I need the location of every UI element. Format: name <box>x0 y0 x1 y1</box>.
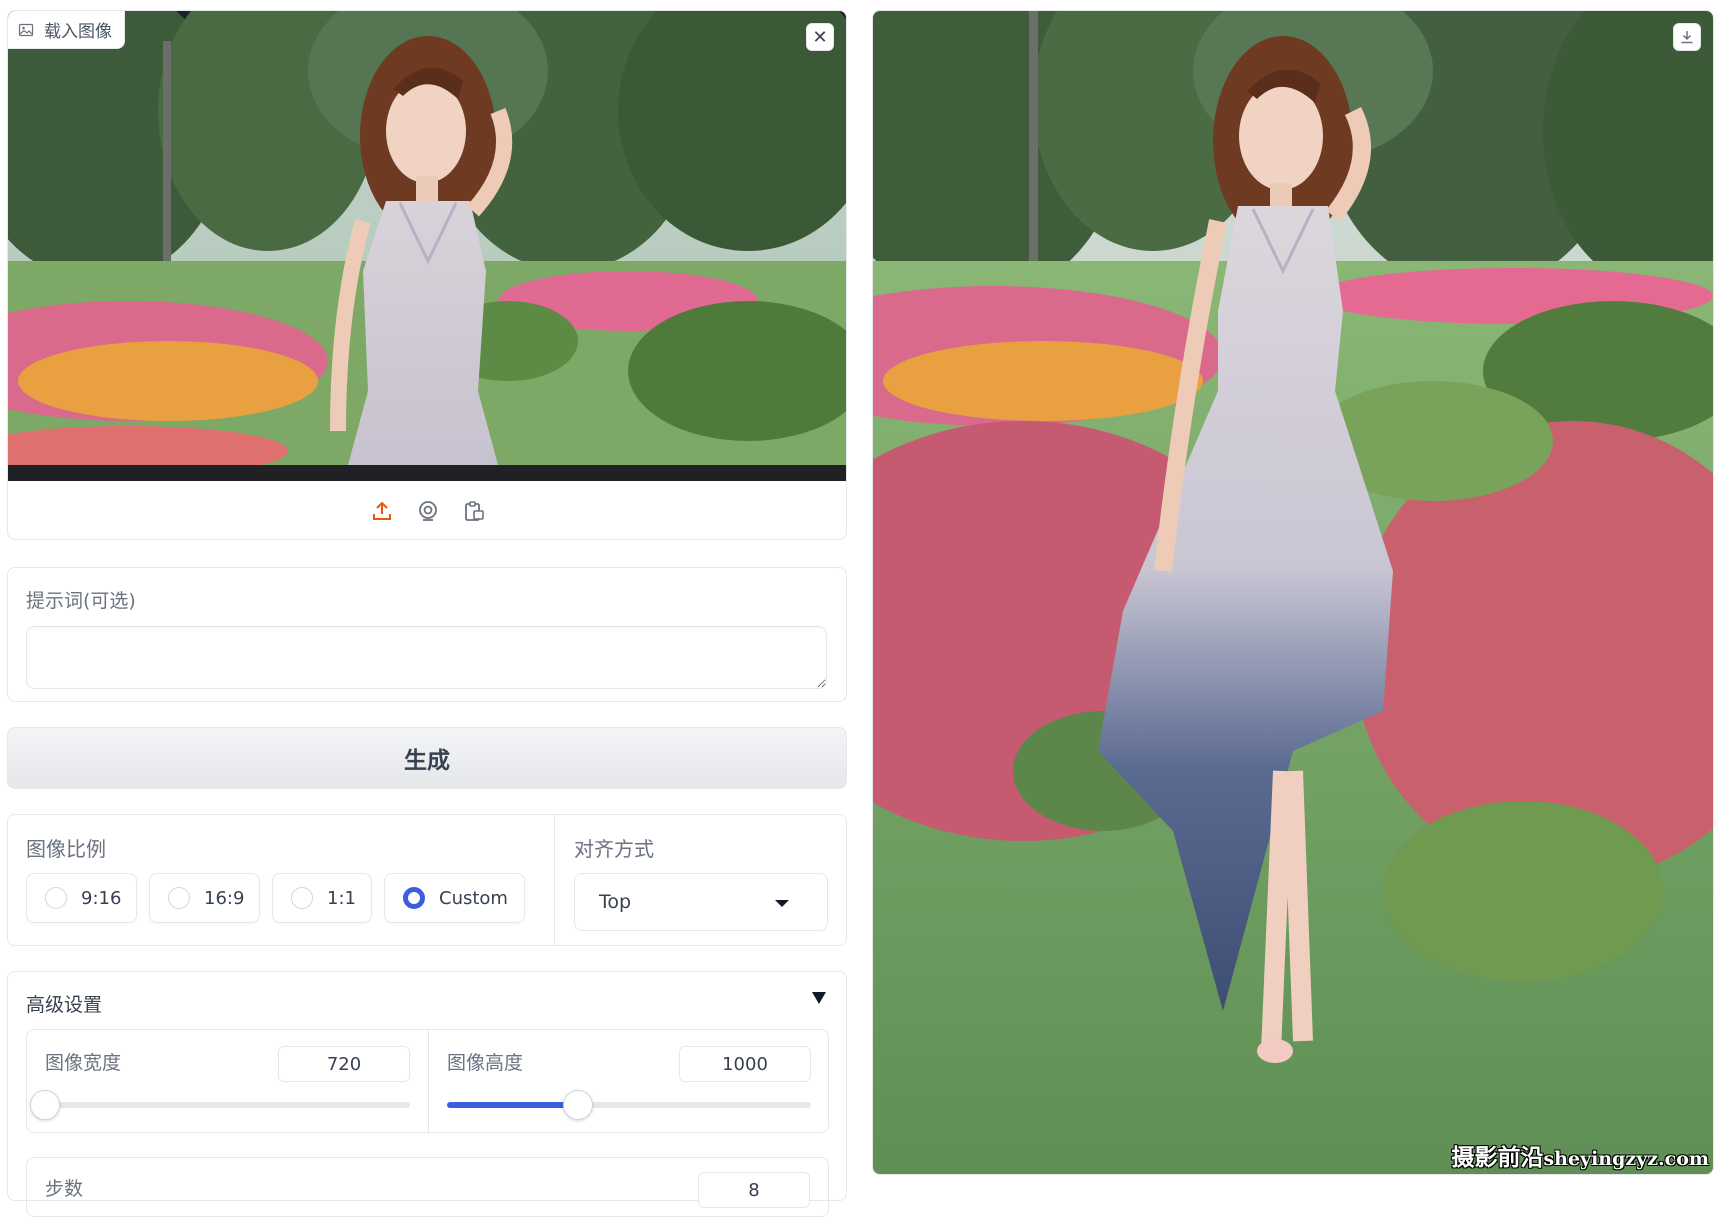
download-button[interactable] <box>1673 23 1701 51</box>
watermark-domain: sheyingzyz.com <box>1543 1148 1709 1170</box>
dimension-sliders: 图像宽度 720 图像高度 1000 <box>26 1029 829 1133</box>
prompt-label: 提示词(可选) <box>26 590 136 612</box>
watermark: 摄影前沿sheyingzyz.com <box>1451 1138 1709 1172</box>
radio-circle <box>45 887 67 909</box>
clipboard-icon <box>465 501 484 521</box>
clear-image-button[interactable]: ✕ <box>806 23 834 51</box>
clipboard-source-button[interactable] <box>461 498 487 524</box>
width-label: 图像宽度 <box>45 1052 122 1074</box>
input-image-label-text: 载入图像 <box>44 22 112 42</box>
aspect-ratio-group: 图像比例 9:16 16:9 1:1 Custom <box>8 815 555 945</box>
close-icon: ✕ <box>812 26 828 48</box>
input-photo-scene <box>8 11 846 481</box>
output-photo-scene <box>873 11 1713 1174</box>
input-image-label: 载入图像 <box>8 11 125 49</box>
webcam-icon <box>419 501 437 521</box>
input-image-panel[interactable]: 载入图像 ✕ <box>7 10 847 540</box>
height-number-input[interactable]: 1000 <box>679 1046 811 1082</box>
height-label: 图像高度 <box>447 1052 524 1074</box>
download-icon <box>1681 31 1693 44</box>
alignment-selected: Top <box>599 891 632 913</box>
alignment-group: 对齐方式 Top <box>556 815 846 945</box>
ratio-option-9-16[interactable]: 9:16 <box>26 873 137 923</box>
radio-circle <box>291 887 313 909</box>
alignment-dropdown[interactable]: Top <box>574 873 828 931</box>
image-source-bar <box>8 481 846 539</box>
width-slider-track[interactable] <box>30 1090 410 1120</box>
aspect-ratio-label: 图像比例 <box>26 837 106 861</box>
radio-circle <box>168 887 190 909</box>
ratio-option-label: Custom <box>439 887 508 909</box>
radio-circle-selected <box>403 887 425 909</box>
upload-icon <box>373 501 391 520</box>
height-slider-track[interactable] <box>447 1090 811 1120</box>
ratio-option-custom[interactable]: Custom <box>384 873 525 923</box>
image-icon <box>18 23 34 36</box>
input-photo[interactable] <box>8 11 846 481</box>
width-slider-thumb[interactable] <box>30 1090 60 1120</box>
ratio-alignment-panel: 图像比例 9:16 16:9 1:1 Custom 对齐方式 Top <box>7 814 847 946</box>
webcam-source-button[interactable] <box>415 498 441 524</box>
prompt-panel: 提示词(可选) <box>7 567 847 702</box>
ratio-option-label: 16:9 <box>204 887 245 909</box>
height-slider-fill <box>447 1102 579 1108</box>
height-slider-thumb[interactable] <box>563 1090 594 1120</box>
steps-slider-row: 步数 8 <box>26 1157 829 1217</box>
ratio-option-1-1[interactable]: 1:1 <box>272 873 372 923</box>
width-number-input[interactable]: 720 <box>278 1046 410 1082</box>
steps-number-input[interactable]: 8 <box>698 1172 810 1208</box>
upload-source-button[interactable] <box>369 498 395 524</box>
watermark-text: 摄影前沿 <box>1451 1145 1544 1171</box>
alignment-label: 对齐方式 <box>574 837 654 861</box>
steps-label: 步数 <box>45 1178 84 1200</box>
advanced-settings-toggle[interactable]: 高级设置 <box>26 990 102 1017</box>
ratio-option-label: 1:1 <box>327 887 356 909</box>
width-slider-cell: 图像宽度 720 <box>27 1030 428 1132</box>
chevron-down-icon <box>775 900 789 907</box>
collapse-arrow-icon[interactable] <box>812 992 826 1004</box>
prompt-input[interactable] <box>26 626 827 689</box>
generate-button[interactable]: 生成 <box>7 727 847 789</box>
ratio-option-label: 9:16 <box>81 887 122 909</box>
output-image-panel[interactable]: 摄影前沿sheyingzyz.com <box>872 10 1714 1175</box>
ratio-option-16-9[interactable]: 16:9 <box>149 873 260 923</box>
height-slider-cell: 图像高度 1000 <box>428 1030 829 1132</box>
advanced-settings-panel: 高级设置 图像宽度 720 图像高度 1000 步数 8 <box>7 971 847 1217</box>
